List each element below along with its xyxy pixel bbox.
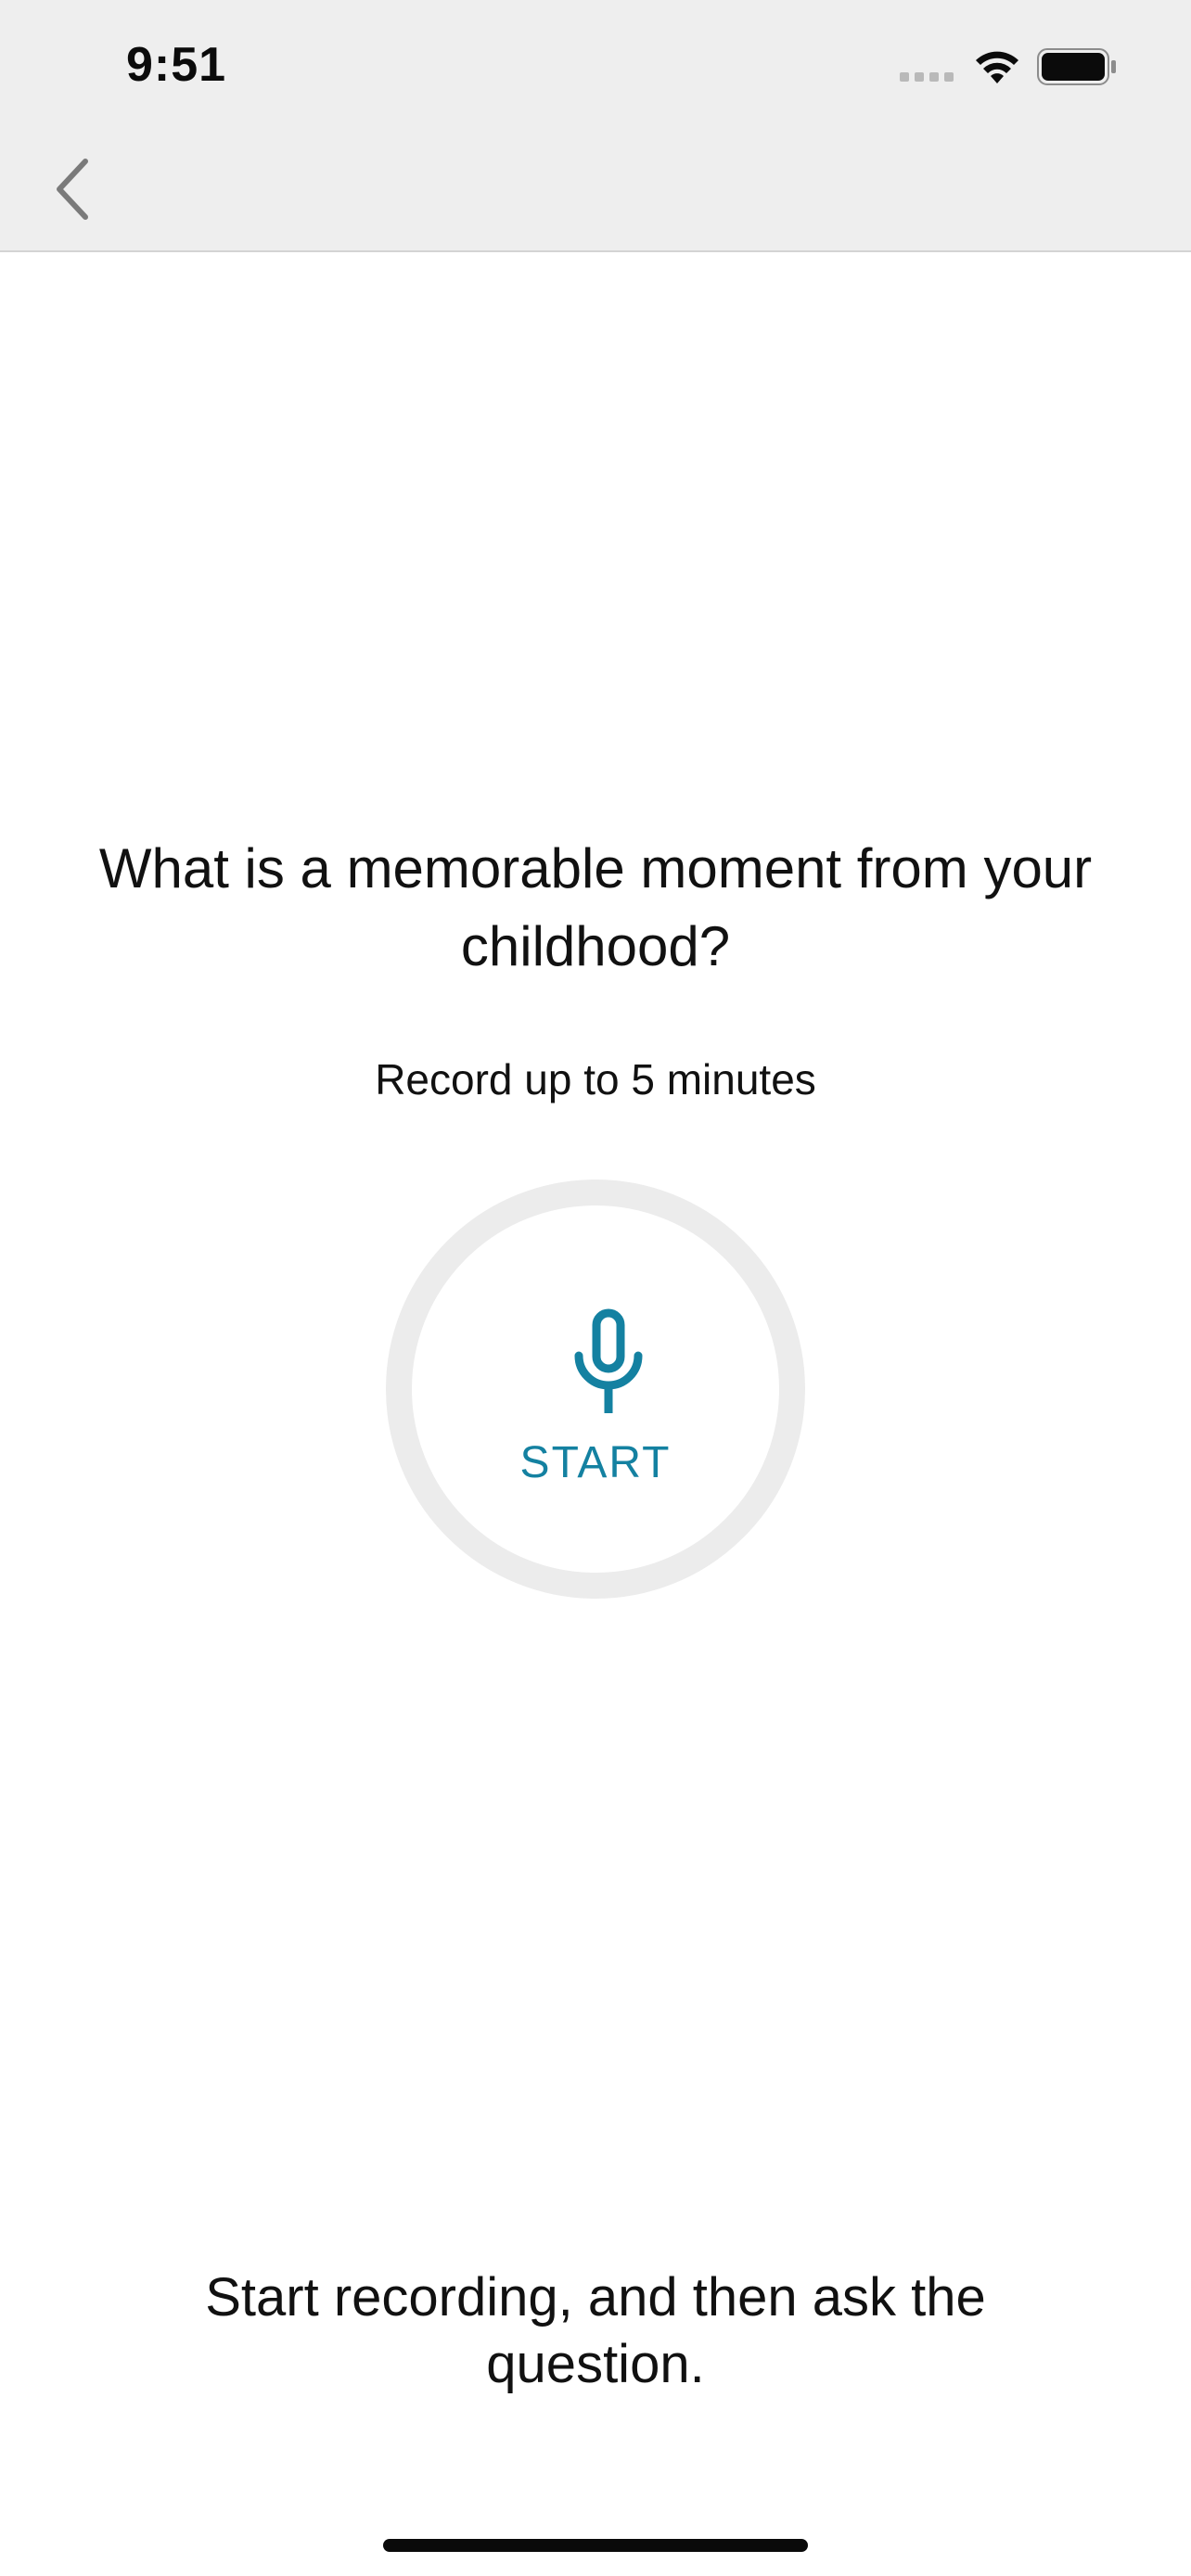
header: 9:51	[0, 0, 1191, 252]
cellular-signal-icon	[900, 72, 954, 82]
chevron-left-icon	[57, 159, 88, 220]
battery-icon	[1037, 48, 1116, 85]
microphone-icon	[574, 1308, 643, 1413]
back-button[interactable]	[45, 152, 109, 226]
recording-limit-text: Record up to 5 minutes	[375, 1055, 816, 1103]
recording-screen: 9:51 What is a memorable moment from you…	[0, 0, 1191, 2576]
question-text: What is a memorable moment from your chi…	[98, 837, 1093, 977]
home-indicator	[383, 2539, 808, 2552]
start-recording-button[interactable]: START	[386, 1180, 805, 1599]
wifi-icon	[976, 51, 1018, 83]
status-time: 9:51	[126, 38, 227, 92]
instruction-text: Start recording, and then ask the questi…	[205, 2267, 986, 2394]
start-label: START	[519, 1438, 672, 1487]
